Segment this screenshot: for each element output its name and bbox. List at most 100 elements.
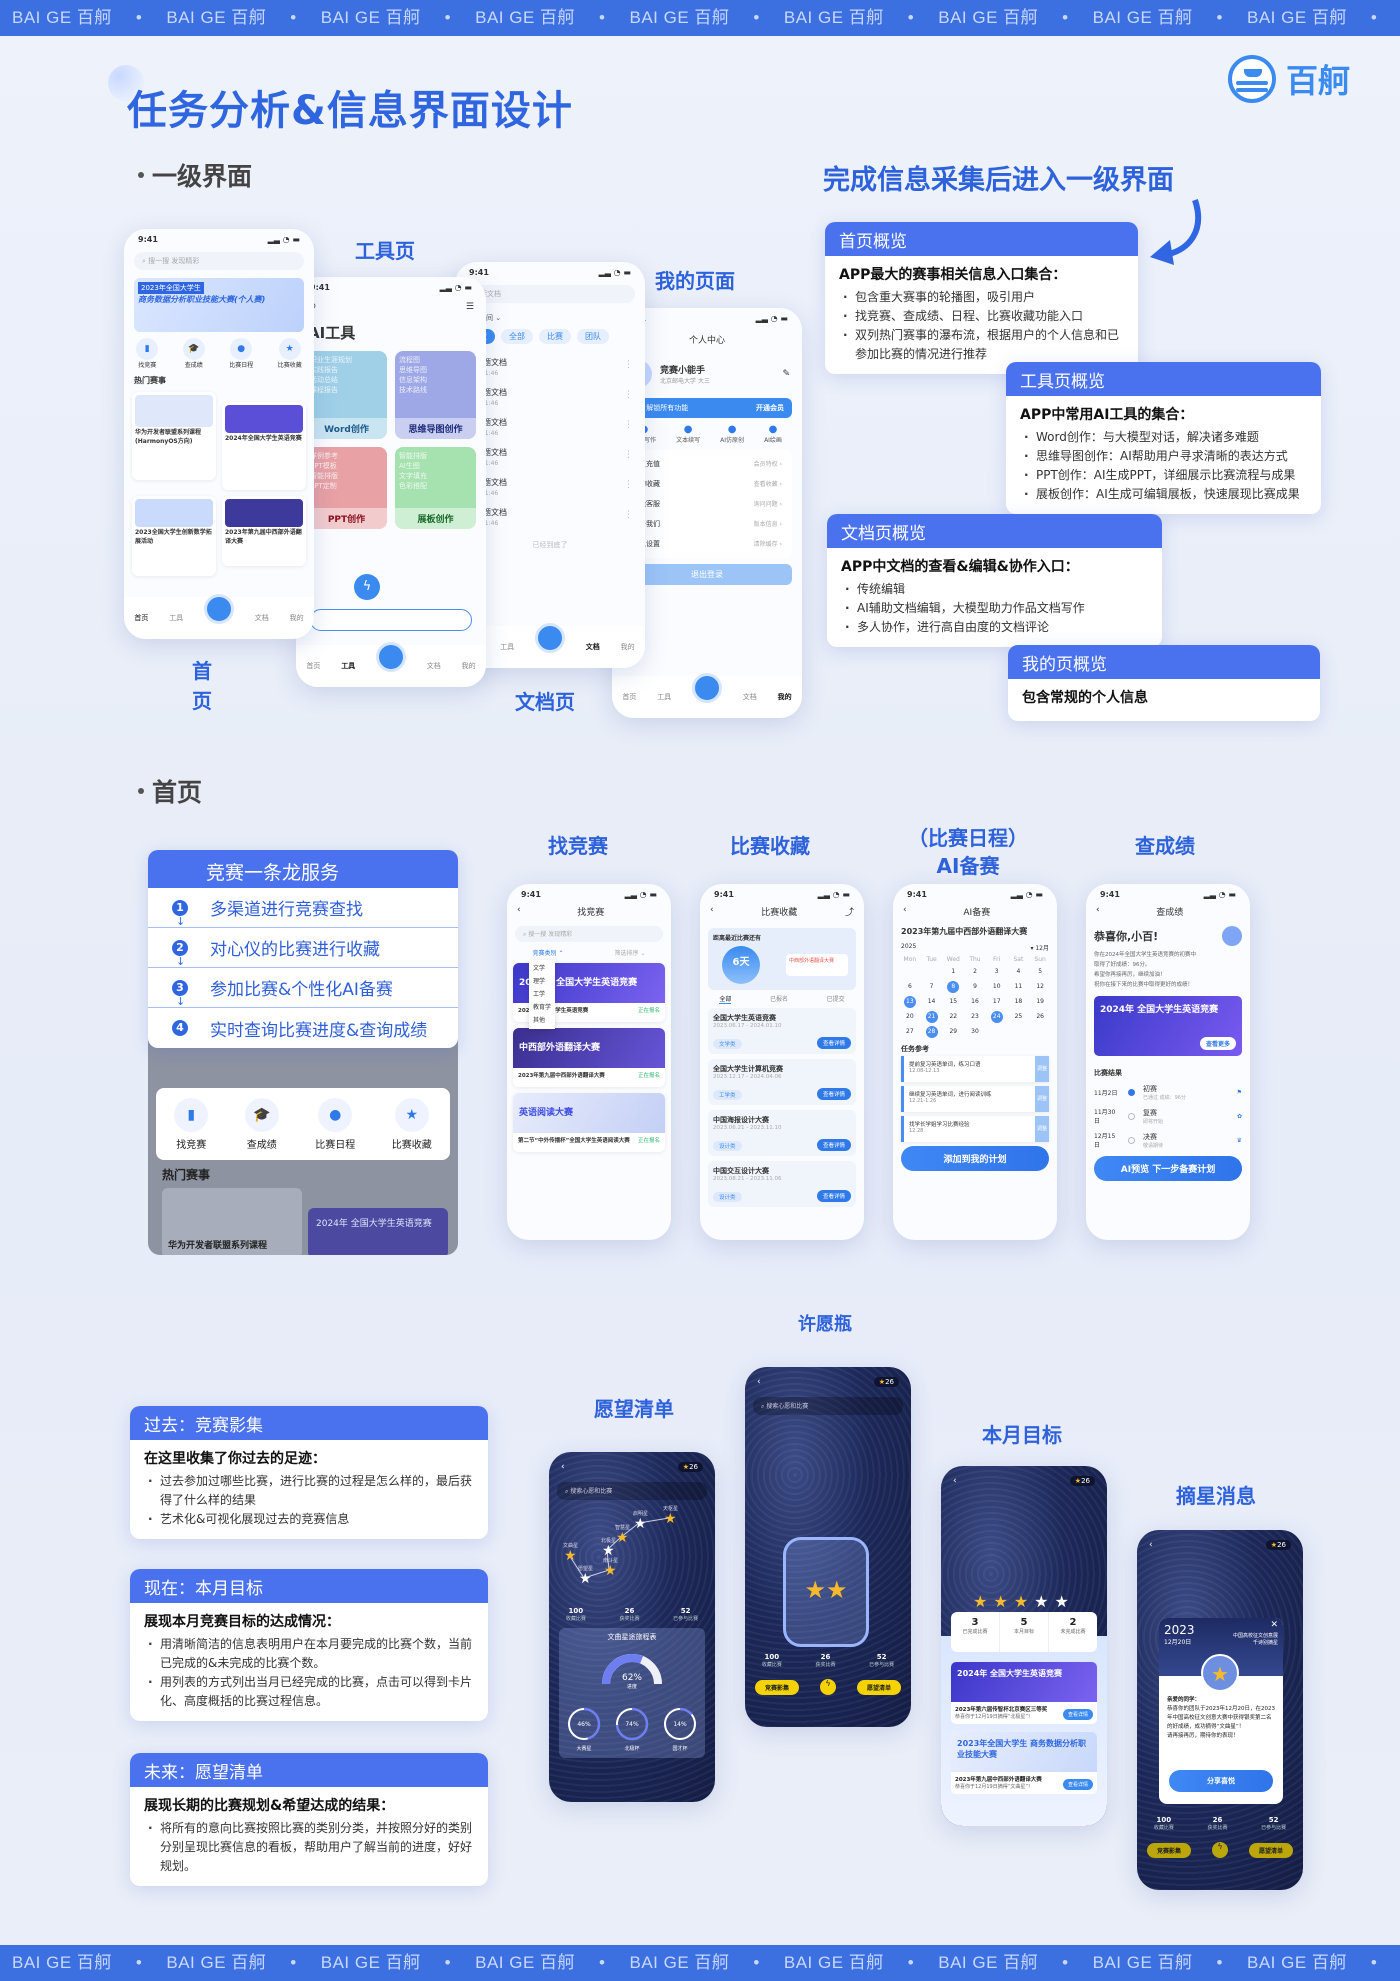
calendar-day[interactable]: 2 xyxy=(964,966,986,978)
calendar-day[interactable]: 1 xyxy=(942,966,964,978)
constellation-star[interactable]: ★ xyxy=(564,1548,577,1564)
more-icon[interactable]: ⋮ xyxy=(624,390,633,400)
task-card[interactable]: 提前复习英语单词，练习口语 12.08-12.13 调整 xyxy=(901,1056,1049,1082)
shortcut-score[interactable]: 🎓 查成绩 xyxy=(182,338,205,369)
wish-jar-button[interactable] xyxy=(375,642,406,672)
calendar-day[interactable]: 15 xyxy=(942,996,964,1008)
album-button[interactable]: 竞赛影集 xyxy=(755,1679,800,1695)
doc-filter[interactable]: 团队 xyxy=(577,329,609,344)
doc-search-input[interactable]: 搜索文档 xyxy=(465,285,635,303)
shortcut[interactable]: ★ 比赛收藏 xyxy=(392,1097,432,1151)
menu-item[interactable]: 会员充值 会员特权 › xyxy=(632,454,782,474)
vip-banner[interactable]: 会员 解锁所有功能开通会员 xyxy=(622,398,792,418)
view-detail-button[interactable]: 查看详情 xyxy=(816,1190,851,1202)
contest-banner[interactable]: 2024年 全国大学生英语竞赛 查看更多 xyxy=(1094,996,1242,1056)
calendar-day[interactable]: 21 xyxy=(925,1011,938,1023)
back-icon[interactable]: ‹ xyxy=(1149,1540,1153,1550)
lightning-icon[interactable]: ϟ xyxy=(354,574,380,600)
favorite-card[interactable]: 全国大学生计算机竞赛 2023.12.17 - 2024.04.06 工学类 查看详情 xyxy=(708,1059,856,1105)
result-row[interactable]: 11月30日 复赛 即将开始 ✿ xyxy=(1094,1104,1242,1128)
fav-tab[interactable]: 全部 xyxy=(719,994,732,1004)
doc-item[interactable]: 无标题文档今天 01:46⋮ xyxy=(467,472,633,502)
avatar[interactable] xyxy=(1222,926,1242,946)
more-icon[interactable]: ⋮ xyxy=(624,360,633,370)
favorite-card[interactable]: 中国海报设计大赛 2023.06.21 - 2023.11.10 设计类 查看详情 xyxy=(708,1110,856,1156)
wish-search-input[interactable]: ⌕ 搜索心愿和比赛 xyxy=(753,1397,903,1415)
adjust-button[interactable]: 调整 xyxy=(1035,1056,1049,1082)
tab-mine[interactable]: 我的 xyxy=(778,692,792,702)
tool-tile[interactable]: 样例参考 PPT模板 智能排版 PPT定制 PPT创作 xyxy=(306,447,387,529)
quick-action[interactable]: ● AI绘画 xyxy=(764,424,782,444)
doc-filter[interactable]: 比赛 xyxy=(539,329,571,344)
menu-item[interactable]: 关于我们 版本信息 › xyxy=(632,514,782,534)
ai-prompt-input[interactable] xyxy=(310,609,472,631)
doc-item[interactable]: 无标题文档今天 01:46⋮ xyxy=(467,502,633,532)
calendar-day[interactable]: 9 xyxy=(964,981,986,993)
calendar-day[interactable]: 3 xyxy=(986,966,1008,978)
star-jar[interactable]: ★★ xyxy=(783,1537,869,1647)
calendar-day[interactable]: 11 xyxy=(1008,981,1030,993)
hero-banner[interactable]: 2023年全国大学生 商务数据分析职业技能大赛(个人赛) xyxy=(134,278,304,332)
edit-icon[interactable]: ✎ xyxy=(782,369,790,379)
contest-card[interactable]: 英语阅读大赛 第二节“中外传播杯”全国大学生英语阅读大赛 正在报名 xyxy=(513,1093,665,1152)
category-option[interactable]: 教育学 xyxy=(533,1001,551,1014)
tool-tile[interactable]: 职业生涯规划 实践报告 活动总结 课程报告 Word创作 xyxy=(306,351,387,439)
view-detail-button[interactable]: 查看详情 xyxy=(816,1088,851,1100)
wish-jar-button[interactable] xyxy=(203,594,234,624)
calendar-day[interactable]: 4 xyxy=(1008,966,1030,978)
calendar-day[interactable]: 19 xyxy=(1029,996,1051,1008)
calendar-day[interactable]: 8 xyxy=(947,981,960,993)
tab-docs[interactable]: 文档 xyxy=(586,642,600,652)
constellation-star[interactable]: ★ xyxy=(604,1563,617,1579)
tab-mine[interactable]: 我的 xyxy=(621,642,635,652)
calendar-day[interactable]: 7 xyxy=(921,981,943,993)
hot-card[interactable]: 2023全国大学生创新数学拓展活动 xyxy=(132,496,216,576)
tab-tools[interactable]: 工具 xyxy=(657,692,671,702)
search-input[interactable]: ⌕ 搜一搜 发现精彩 xyxy=(515,926,663,942)
lightning-icon[interactable]: ϟ xyxy=(1212,1842,1228,1858)
more-icon[interactable]: ⋮ xyxy=(624,450,633,460)
shortcut-schedule[interactable]: ● 比赛日程 xyxy=(229,338,253,369)
tab-home[interactable]: 首页 xyxy=(622,692,636,702)
calendar-day[interactable]: 20 xyxy=(899,1011,921,1023)
calendar-day[interactable]: 17 xyxy=(986,996,1008,1008)
tab-docs[interactable]: 文档 xyxy=(255,613,269,623)
adjust-button[interactable]: 调整 xyxy=(1035,1086,1049,1112)
wishlist-button[interactable]: 愿望清单 xyxy=(1248,1842,1293,1858)
constellation-star[interactable]: ★ xyxy=(664,1511,677,1527)
album-button[interactable]: 竞赛影集 xyxy=(1147,1842,1192,1858)
calendar-day[interactable]: 5 xyxy=(1029,966,1051,978)
favorite-card[interactable]: 中国交互设计大赛 2023.08.21 - 2023.11.06 设计类 查看详情 xyxy=(708,1161,856,1207)
achievement-card[interactable]: 2023年全国大学生 商务数据分析职业技能大赛 2023年第九届中西部外语翻译大赛… xyxy=(951,1732,1097,1794)
doc-item[interactable]: 无标题文档今天 01:46⋮ xyxy=(467,442,633,472)
hot-card[interactable]: 2024年全国大学生英语竞赛 xyxy=(222,402,306,490)
shortcut-find[interactable]: ▮ 找竞赛 xyxy=(136,338,159,369)
calendar-day[interactable]: 6 xyxy=(899,981,921,993)
month-dropdown[interactable]: ▾ 12月 xyxy=(1030,943,1049,952)
ai-preview-button[interactable]: AI预览 下一步备赛计划 xyxy=(1094,1156,1242,1181)
fav-tab[interactable]: 已提交 xyxy=(827,994,845,1004)
doc-item[interactable]: 无标题文档今天 01:46⋮ xyxy=(467,412,633,442)
constellation-star[interactable]: ★ xyxy=(616,1530,629,1546)
constellation-star[interactable]: ★ xyxy=(579,1571,592,1587)
sort-filter[interactable]: 筛选排序 ⌄ xyxy=(615,948,646,957)
more-icon[interactable]: ⋮ xyxy=(624,480,633,490)
constellation-star[interactable]: ★ xyxy=(602,1543,615,1559)
tab-home[interactable]: 首页 xyxy=(134,613,148,623)
calendar-day[interactable]: 24 xyxy=(990,1011,1003,1023)
calendar-day[interactable]: 16 xyxy=(964,996,986,1008)
doc-filter[interactable]: 全部 xyxy=(501,329,533,344)
calendar-day[interactable]: 10 xyxy=(986,981,1008,993)
tab-mine[interactable]: 我的 xyxy=(290,613,304,623)
share-joy-button[interactable]: 分享喜悦 xyxy=(1169,1770,1273,1792)
result-row[interactable]: 12月15日 决赛 敬请期待 ♛ xyxy=(1094,1128,1242,1152)
close-icon[interactable]: ✕ xyxy=(1270,1620,1278,1630)
category-option[interactable]: 理学 xyxy=(533,975,551,988)
achievement-card[interactable]: 2024年 全国大学生英语竞赛 2023年第六届传智杯北京赛区三等奖 恭喜你于12月… xyxy=(951,1662,1097,1724)
hot-card[interactable]: 华为开发者联盟系列课程(HarmonyOS方向) xyxy=(132,392,216,480)
add-plan-button[interactable]: 添加到我的计划 xyxy=(901,1146,1049,1171)
tool-tile[interactable]: 智能排版 AI生图 文字填充 色彩搭配 展板创作 xyxy=(395,447,476,529)
tab-docs[interactable]: 文档 xyxy=(743,692,757,702)
shortcut[interactable]: 🎓 查成绩 xyxy=(244,1097,279,1151)
tool-tile[interactable]: 流程图 思维导图 信息架构 技术路线 思维导图创作 xyxy=(395,351,476,439)
